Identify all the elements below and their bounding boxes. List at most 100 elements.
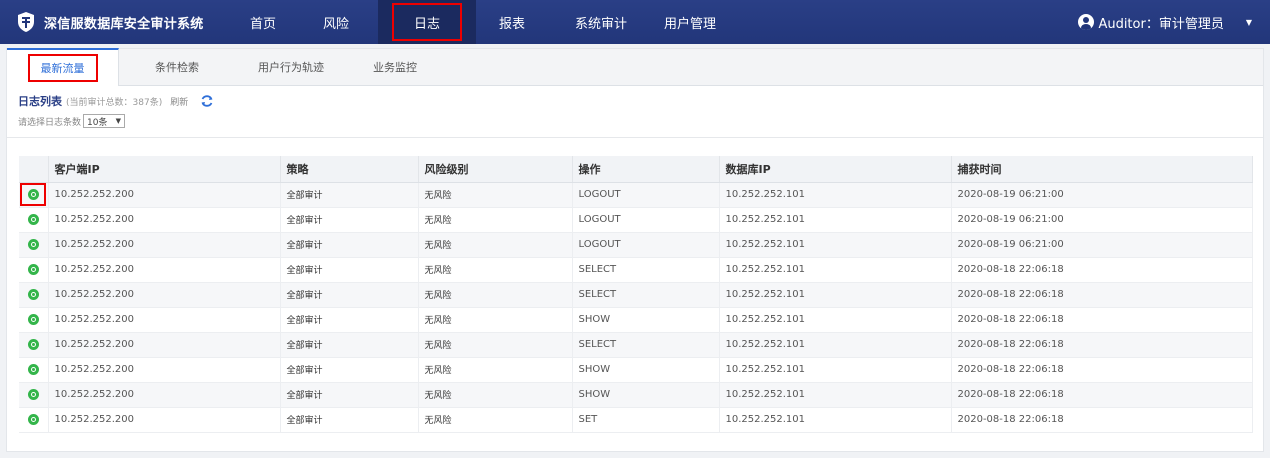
policy-cell: 全部审计	[280, 182, 419, 208]
risk-level-cell: 无风险	[418, 232, 573, 258]
shield-logo-icon	[18, 12, 34, 32]
capture-time-cell: 2020-08-18 22:06:18	[951, 282, 1253, 308]
nav-item-system-audit[interactable]: 系统审计	[548, 0, 654, 44]
table-row[interactable]: 10.252.252.200 全部审计 无风险 LOGOUT 10.252.252.10…	[19, 207, 1253, 233]
db-ip-cell: 10.252.252.101	[719, 307, 952, 333]
table-row[interactable]: 10.252.252.200 全部审计 无风险 SET 10.252.252.101 20…	[19, 407, 1253, 433]
policy-cell: 全部审计	[280, 332, 419, 358]
expand-cell	[19, 382, 49, 408]
operation-cell: SHOW	[572, 357, 720, 383]
column-header[interactable]: 策略	[280, 156, 419, 183]
column-header[interactable]: 客户端IP	[48, 156, 281, 183]
operation-cell: LOGOUT	[572, 207, 720, 233]
risk-level-cell: 无风险	[418, 407, 573, 433]
tab-label: 条件检索	[155, 60, 199, 74]
refresh-icon[interactable]	[200, 94, 214, 108]
expand-cell	[19, 407, 49, 433]
nav-item-log[interactable]: 日志	[378, 0, 476, 44]
risk-level-cell: 无风险	[418, 382, 573, 408]
operation-cell: SELECT	[572, 282, 720, 308]
list-title: 日志列表	[18, 95, 62, 108]
app-title: 深信服数据库安全审计系统	[44, 16, 204, 32]
table-row[interactable]: 10.252.252.200 全部审计 无风险 SHOW 10.252.252.101 2…	[19, 382, 1253, 408]
capture-time-cell: 2020-08-19 06:21:00	[951, 232, 1253, 258]
expand-cell	[19, 307, 49, 333]
client-ip-cell: 10.252.252.200	[48, 307, 281, 333]
plus-circle-icon[interactable]	[27, 213, 39, 225]
nav-item-home[interactable]: 首页	[232, 0, 294, 44]
column-header[interactable]: 风险级别	[418, 156, 573, 183]
table-row[interactable]: 10.252.252.200 全部审计 无风险 SELECT 10.252.252.10…	[19, 282, 1253, 308]
risk-level-cell: 无风险	[418, 332, 573, 358]
table-row[interactable]: 10.252.252.200 全部审计 无风险 SHOW 10.252.252.101 2…	[19, 307, 1253, 333]
db-ip-cell: 10.252.252.101	[719, 332, 952, 358]
operation-cell: SHOW	[572, 307, 720, 333]
policy-cell: 全部审计	[280, 282, 419, 308]
db-ip-cell: 10.252.252.101	[719, 232, 952, 258]
plus-circle-icon[interactable]	[27, 388, 39, 400]
capture-time-cell: 2020-08-19 06:21:00	[951, 207, 1253, 233]
table-row[interactable]: 10.252.252.200 全部审计 无风险 LOGOUT 10.252.252.10…	[19, 182, 1253, 208]
brand: 深信服数据库安全审计系统	[0, 0, 232, 44]
nav-item-report[interactable]: 报表	[476, 0, 548, 44]
expand-cell	[19, 232, 49, 258]
column-header[interactable]: 数据库IP	[719, 156, 952, 183]
client-ip-cell: 10.252.252.200	[48, 207, 281, 233]
client-ip-cell: 10.252.252.200	[48, 257, 281, 283]
plus-circle-icon[interactable]	[27, 313, 39, 325]
expand-cell	[19, 332, 49, 358]
plus-circle-icon[interactable]	[27, 413, 39, 425]
main-panel: 最新流量 条件检索 用户行为轨迹 业务监控 日志列表 (当前审计总数：387条)…	[6, 48, 1264, 452]
plus-circle-icon[interactable]	[27, 238, 39, 250]
db-ip-cell: 10.252.252.101	[719, 182, 952, 208]
column-header[interactable]: 捕获时间	[951, 156, 1253, 183]
expand-cell	[19, 282, 49, 308]
db-ip-cell: 10.252.252.101	[719, 207, 952, 233]
row-count-value: 10条	[87, 117, 108, 128]
db-ip-cell: 10.252.252.101	[719, 382, 952, 408]
tab-business-monitor[interactable]: 业务监控	[347, 48, 443, 85]
caret-down-icon: ▼	[1245, 17, 1252, 27]
log-table-wrap: 客户端IP 策略 风险级别 操作 数据库IP 捕获时间 10.252.252.2…	[19, 156, 1253, 433]
refresh-link[interactable]: 刷新	[170, 95, 188, 108]
plus-circle-icon[interactable]	[27, 288, 39, 300]
table-row[interactable]: 10.252.252.200 全部审计 无风险 SELECT 10.252.252.10…	[19, 332, 1253, 358]
operation-cell: LOGOUT	[572, 232, 720, 258]
operation-cell: SELECT	[572, 257, 720, 283]
log-table: 客户端IP 策略 风险级别 操作 数据库IP 捕获时间 10.252.252.2…	[19, 156, 1253, 433]
tab-condition-search[interactable]: 条件检索	[119, 48, 235, 85]
table-row[interactable]: 10.252.252.200 全部审计 无风险 SHOW 10.252.252.101 2…	[19, 357, 1253, 383]
nav-item-label: 首页	[249, 16, 276, 32]
capture-time-cell: 2020-08-18 22:06:18	[951, 257, 1253, 283]
plus-circle-icon[interactable]	[27, 263, 39, 275]
highlight-box: 日志	[392, 3, 462, 41]
tab-bar: 最新流量 条件检索 用户行为轨迹 业务监控	[7, 48, 1263, 86]
tab-user-behavior[interactable]: 用户行为轨迹	[235, 48, 347, 85]
plus-circle-icon[interactable]	[27, 363, 39, 375]
table-row[interactable]: 10.252.252.200 全部审计 无风险 SELECT 10.252.252.10…	[19, 257, 1253, 283]
tab-label: 业务监控	[373, 60, 417, 74]
risk-level-cell: 无风险	[418, 207, 573, 233]
tab-latest-traffic[interactable]: 最新流量	[7, 48, 119, 86]
client-ip-cell: 10.252.252.200	[48, 332, 281, 358]
nav-item-label: 系统审计	[574, 16, 627, 32]
row-count-select[interactable]: 10条 ▼	[83, 114, 126, 128]
table-row[interactable]: 10.252.252.200 全部审计 无风险 LOGOUT 10.252.252.10…	[19, 232, 1253, 258]
plus-circle-icon[interactable]	[27, 189, 39, 200]
expand-cell	[19, 182, 49, 208]
policy-cell: 全部审计	[280, 207, 419, 233]
table-header-row: 客户端IP 策略 风险级别 操作 数据库IP 捕获时间	[19, 156, 1253, 183]
risk-level-cell: 无风险	[418, 307, 573, 333]
plus-circle-icon[interactable]	[27, 338, 39, 350]
policy-cell: 全部审计	[280, 382, 419, 408]
highlight-box: 最新流量	[27, 54, 98, 82]
user-menu[interactable]: Auditor：审计管理员 ▼	[1078, 0, 1252, 44]
capture-time-cell: 2020-08-19 06:21:00	[951, 182, 1253, 208]
nav-item-risk[interactable]: 风险	[294, 0, 378, 44]
risk-level-cell: 无风险	[418, 282, 573, 308]
nav-item-user-management[interactable]: 用户管理	[654, 0, 726, 44]
column-header[interactable]: 操作	[572, 156, 720, 183]
capture-time-cell: 2020-08-18 22:06:18	[951, 332, 1253, 358]
top-navbar: 深信服数据库安全审计系统 首页 风险 日志 报表 系统审计 用户管理 Audit…	[0, 0, 1270, 44]
risk-level-cell: 无风险	[418, 357, 573, 383]
